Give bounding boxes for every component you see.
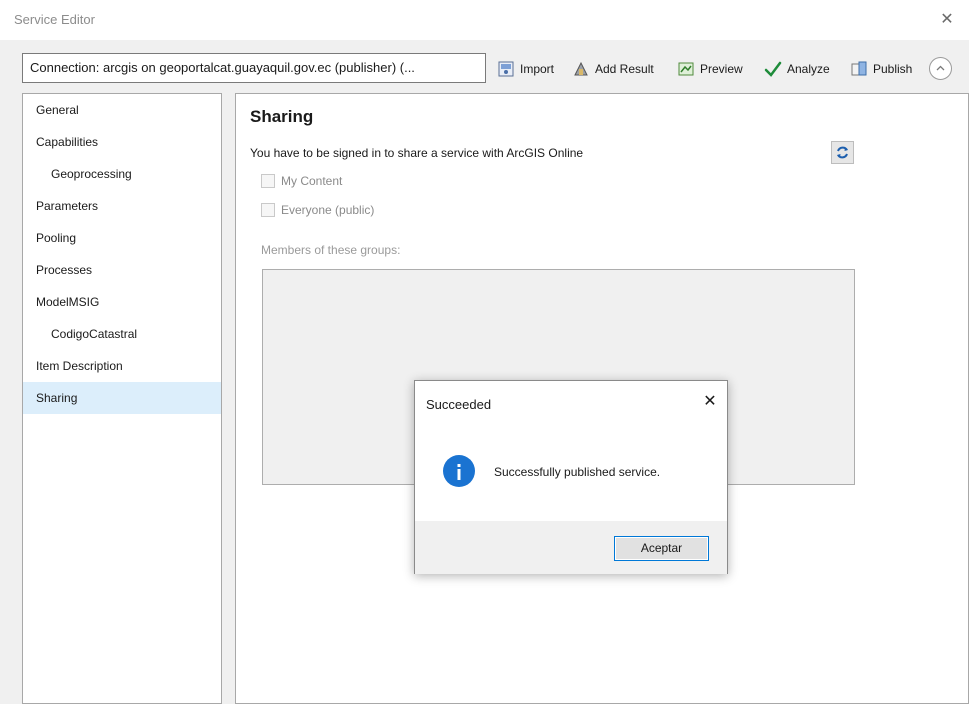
window-title: Service Editor [14, 12, 95, 27]
add-result-icon [572, 60, 590, 78]
my-content-label: My Content [281, 174, 343, 188]
preview-label: Preview [700, 62, 743, 76]
chevron-up-icon [936, 65, 945, 71]
dialog-close-icon[interactable]: ✕ [699, 391, 721, 413]
publish-label: Publish [873, 62, 913, 76]
collapse-button[interactable] [929, 57, 952, 80]
groups-label: Members of these groups: [261, 243, 401, 257]
add-result-label: Add Result [595, 62, 654, 76]
connection-field[interactable]: Connection: arcgis on geoportalcat.guaya… [22, 53, 486, 83]
everyone-option[interactable]: Everyone (public) [261, 203, 374, 217]
sidebar-item-codigocatastral[interactable]: CodigoCatastral [23, 318, 221, 350]
my-content-checkbox[interactable] [261, 174, 275, 188]
page-title: Sharing [250, 107, 314, 126]
publish-button[interactable]: Publish [850, 56, 912, 82]
everyone-checkbox[interactable] [261, 203, 275, 217]
analyze-label: Analyze [787, 62, 830, 76]
add-result-button[interactable]: Add Result [572, 56, 654, 82]
sidebar-item-geoprocessing[interactable]: Geoprocessing [23, 158, 221, 190]
sidebar-item-sharing[interactable]: Sharing [23, 382, 221, 414]
refresh-button[interactable] [831, 141, 854, 164]
sidebar-item-general[interactable]: General [23, 94, 221, 126]
sidebar-item-parameters[interactable]: Parameters [23, 190, 221, 222]
import-label: Import [520, 62, 555, 76]
analyze-button[interactable]: Analyze [764, 56, 830, 82]
sidebar-item-item-description[interactable]: Item Description [23, 350, 221, 382]
window-close-icon[interactable]: ✕ [937, 10, 957, 30]
preview-button[interactable]: Preview [677, 56, 743, 82]
publish-icon [850, 60, 868, 78]
dialog-footer: Aceptar [415, 521, 727, 574]
import-icon [497, 60, 515, 78]
everyone-label: Everyone (public) [281, 203, 375, 217]
service-editor-window: Service Editor ✕ Connection: arcgis on g… [0, 0, 969, 704]
import-button[interactable]: Import [497, 56, 554, 82]
sidebar-item-pooling[interactable]: Pooling [23, 222, 221, 254]
refresh-icon [837, 146, 848, 159]
sidebar-nav: General Capabilities Geoprocessing Param… [22, 93, 222, 704]
info-icon [443, 455, 475, 487]
my-content-option[interactable]: My Content [261, 174, 342, 188]
title-bar: Service Editor ✕ [0, 0, 969, 40]
succeeded-dialog: Succeeded ✕ Successfully published servi… [414, 380, 728, 574]
dialog-title: Succeeded [426, 397, 492, 412]
sidebar-item-capabilities[interactable]: Capabilities [23, 126, 221, 158]
sidebar-item-processes[interactable]: Processes [23, 254, 221, 286]
ok-button[interactable]: Aceptar [614, 536, 709, 561]
signin-message: You have to be signed in to share a serv… [250, 146, 584, 160]
dialog-message: Successfully published service. [494, 465, 661, 479]
analyze-check-icon [764, 60, 782, 78]
sidebar-item-modelmsig[interactable]: ModelMSIG [23, 286, 221, 318]
preview-icon [677, 60, 695, 78]
